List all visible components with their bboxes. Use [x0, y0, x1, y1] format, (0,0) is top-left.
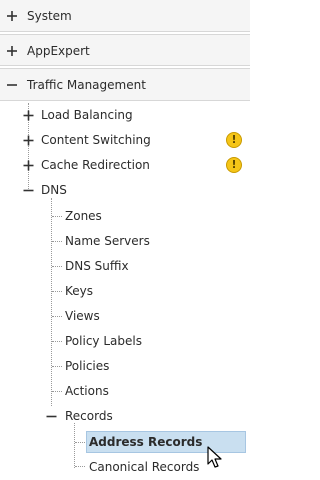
tree-connector	[52, 291, 62, 292]
tree-node-canonical-records[interactable]: Canonical Records	[86, 455, 199, 480]
tree-connector	[52, 391, 62, 392]
tree-node-traffic-management[interactable]: Traffic Management	[0, 68, 250, 101]
tree-node-label: AppExpert	[27, 44, 90, 58]
tree-connector	[52, 341, 62, 342]
expand-icon[interactable]	[6, 45, 18, 57]
tree-node-policies[interactable]: Policies	[63, 354, 109, 379]
tree-node-label: Keys	[65, 284, 94, 298]
tree-connector	[75, 442, 85, 443]
tree-node-label: DNS Suffix	[65, 259, 129, 273]
warning-icon[interactable]: !	[226, 157, 242, 173]
tree-node-label: DNS	[41, 183, 67, 197]
tree-node-label: System	[27, 9, 72, 23]
tree-connector	[52, 316, 62, 317]
tree-node-label: Traffic Management	[27, 78, 146, 92]
tree-node-cache-redirection[interactable]: Cache Redirection !	[0, 153, 250, 178]
tree-node-label: Actions	[65, 384, 109, 398]
tree-node-dns-suffix[interactable]: DNS Suffix	[63, 254, 129, 279]
tree-node-label: Load Balancing	[41, 108, 133, 122]
expand-icon[interactable]	[23, 135, 34, 146]
tree-node-zones[interactable]: Zones	[63, 204, 102, 229]
tree-node-dns[interactable]: DNS	[0, 178, 250, 203]
tree-node-label: Cache Redirection	[41, 158, 150, 172]
expand-icon[interactable]	[6, 10, 18, 22]
collapse-icon[interactable]	[23, 185, 34, 196]
tree-node-load-balancing[interactable]: Load Balancing	[0, 103, 250, 128]
tree-node-label: Views	[65, 309, 100, 323]
collapse-icon[interactable]	[6, 79, 18, 91]
tree-connector	[52, 366, 62, 367]
tree-connector	[52, 266, 62, 267]
tree-node-appexpert[interactable]: AppExpert	[0, 34, 250, 66]
expand-icon[interactable]	[23, 110, 34, 121]
tree-connector	[51, 198, 52, 406]
tree-node-label: Name Servers	[65, 234, 150, 248]
tree-node-name-servers[interactable]: Name Servers	[63, 229, 150, 254]
tree-node-label: Policies	[65, 359, 110, 373]
tree-node-keys[interactable]: Keys	[63, 279, 93, 304]
tree-connector	[52, 241, 62, 242]
tree-node-label: Policy Labels	[65, 334, 142, 348]
tree-node-label: Records	[65, 409, 113, 423]
tree-node-label: Zones	[65, 209, 102, 223]
tree-connector	[75, 466, 85, 467]
tree-node-records[interactable]: Records	[40, 404, 240, 429]
tree-node-label: Content Switching	[41, 133, 151, 147]
tree-node-actions[interactable]: Actions	[63, 379, 109, 404]
collapse-icon[interactable]	[46, 411, 57, 422]
mouse-cursor-icon	[207, 446, 222, 468]
tree-connector	[74, 423, 75, 468]
warning-icon[interactable]: !	[226, 132, 242, 148]
tree-node-views[interactable]: Views	[63, 304, 100, 329]
expand-icon[interactable]	[23, 160, 34, 171]
tree-node-content-switching[interactable]: Content Switching !	[0, 128, 250, 153]
tree-node-policy-labels[interactable]: Policy Labels	[63, 329, 142, 354]
tree-node-label: Address Records	[89, 435, 203, 449]
tree-connector	[52, 216, 62, 217]
tree-node-system[interactable]: System	[0, 0, 250, 32]
